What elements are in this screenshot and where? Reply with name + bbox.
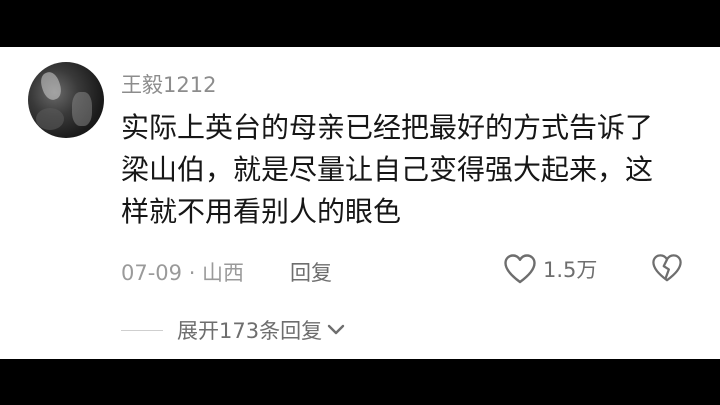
avatar-photo-highlight [72, 92, 92, 126]
comment-text: 实际上英台的母亲已经把最好的方式告诉了梁山伯，就是尽量让自己变得强大起来，这样就… [121, 111, 654, 228]
heart-outline-icon [504, 254, 536, 284]
expand-replies-label: 展开173条回复 [177, 319, 323, 343]
like-count: 1.5万 [543, 258, 598, 282]
avatar-photo-shadow [36, 108, 64, 130]
avatar[interactable] [28, 62, 104, 138]
divider-line [121, 329, 163, 331]
expand-replies-button[interactable]: 展开173条回复 [121, 315, 346, 345]
dislike-button[interactable] [651, 253, 683, 285]
comment-panel: 王毅1212 实际上英台的母亲已经把最好的方式告诉了梁山伯，就是尽量让自己变得强… [0, 47, 720, 359]
like-button[interactable]: 1.5万 [503, 252, 597, 286]
comment-username[interactable]: 王毅1212 [121, 69, 216, 99]
broken-heart-icon [652, 254, 682, 282]
reply-button[interactable]: 回复 [290, 257, 332, 287]
avatar-photo-highlight [38, 69, 64, 103]
chevron-down-icon [327, 324, 345, 335]
comment-date-location: 07-09 · 山西 [121, 261, 245, 285]
